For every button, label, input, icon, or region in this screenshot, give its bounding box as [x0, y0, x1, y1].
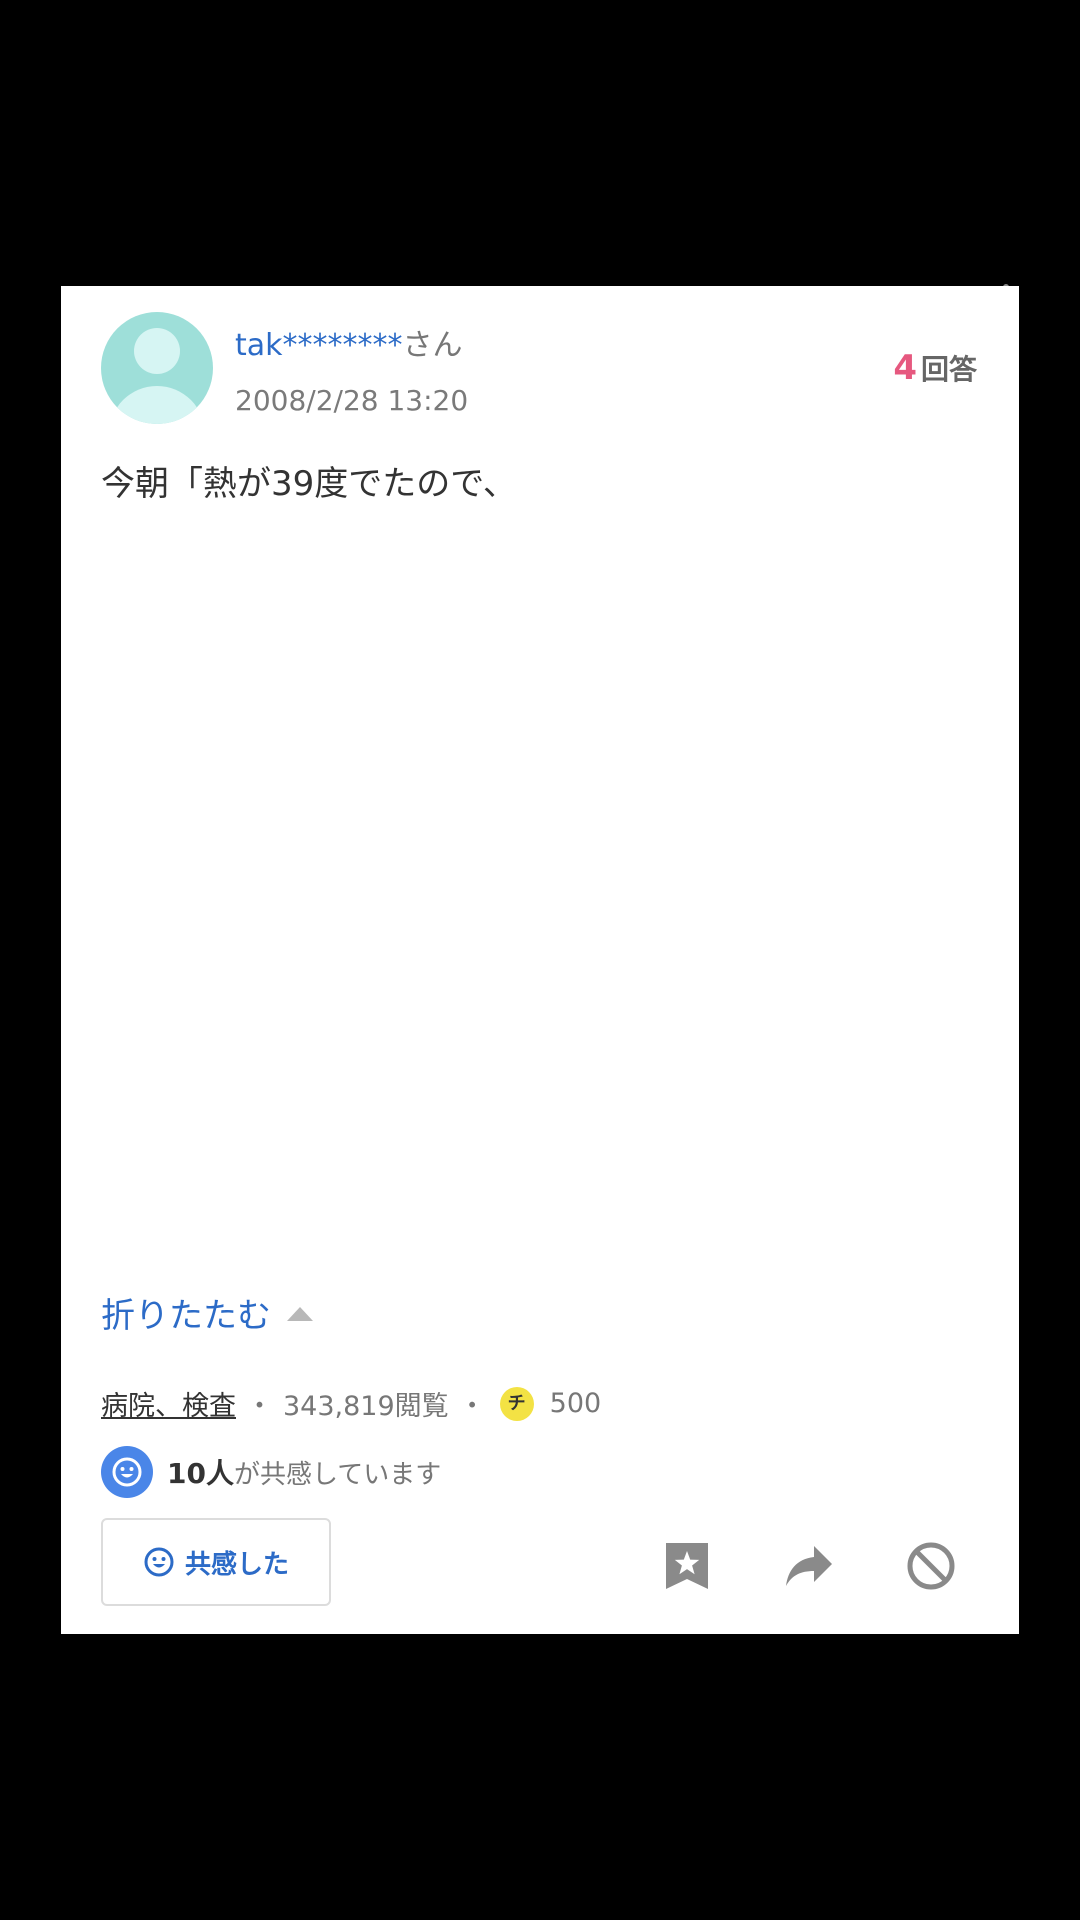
bookmark-star-icon[interactable]	[661, 1540, 713, 1592]
block-icon[interactable]	[905, 1540, 957, 1592]
empathy-summary: 10人 が共感しています	[101, 1446, 441, 1498]
empathize-button-label: 共感した	[184, 1549, 289, 1580]
separator: ・	[458, 1391, 486, 1422]
answer-count-label: 回答	[920, 353, 977, 386]
coin-icon: チ	[499, 1386, 534, 1421]
collapse-link[interactable]: 折りたたむ	[101, 1288, 313, 1337]
username[interactable]: tak********さん	[235, 320, 463, 364]
answer-count[interactable]: 4 回答	[893, 348, 977, 388]
view-count: 343,819閲覧	[283, 1391, 449, 1422]
chevron-up-icon	[287, 1306, 313, 1321]
empathize-button[interactable]: 共感した	[101, 1518, 331, 1606]
username-name[interactable]: tak********	[235, 328, 403, 363]
question-card: tak********さん 2008/2/28 13:20 4 回答 今朝「熱が3…	[61, 286, 1019, 1634]
empathy-text: が共感しています	[233, 1459, 442, 1490]
empathy-count: 10人	[167, 1457, 234, 1490]
avatar-head	[134, 328, 180, 374]
category-link[interactable]: 病院、検査	[101, 1384, 236, 1423]
avatar-shoulders	[109, 386, 205, 424]
question-text: 今朝「熱が39度でたので、	[101, 464, 517, 504]
smiley-icon	[144, 1547, 174, 1577]
share-icon[interactable]	[783, 1540, 835, 1592]
avatar[interactable]	[101, 312, 213, 424]
answer-count-number: 4	[893, 348, 917, 388]
post-date: 2008/2/28 13:20	[235, 384, 469, 417]
separator: ・	[246, 1391, 273, 1422]
meta-row: 病院、検査 ・ 343,819閲覧 ・ チ 500	[101, 1384, 601, 1423]
smiley-icon	[101, 1446, 153, 1498]
username-suffix: さん	[402, 328, 463, 363]
coin-amount: 500	[549, 1388, 602, 1419]
collapse-label: 折りたたむ	[101, 1296, 271, 1336]
